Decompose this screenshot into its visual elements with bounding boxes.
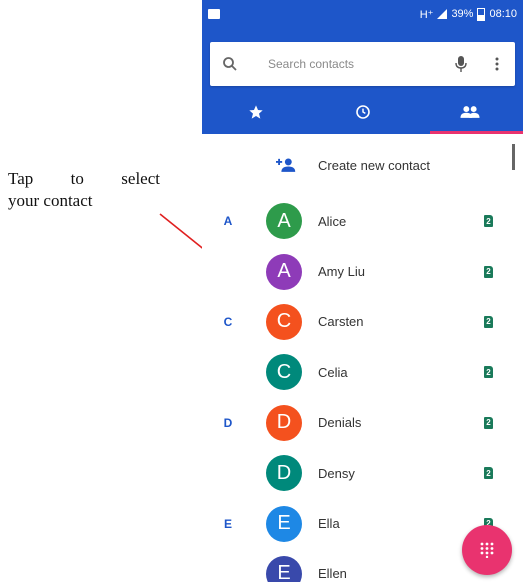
- tab-recents[interactable]: [309, 90, 416, 134]
- search-input[interactable]: [250, 56, 443, 72]
- section-letter: A: [223, 214, 233, 229]
- dialpad-icon: [480, 542, 494, 558]
- search-icon[interactable]: [210, 56, 250, 72]
- contact-row-denials[interactable]: D D Denials 2: [202, 398, 523, 448]
- tab-favorites[interactable]: [202, 90, 309, 134]
- app-header: [202, 28, 523, 134]
- tab-contacts[interactable]: [416, 90, 523, 134]
- create-contact-label: Create new contact: [318, 157, 431, 173]
- battery-icon: [477, 7, 486, 21]
- avatar: D: [266, 404, 302, 441]
- contact-name: Carsten: [318, 314, 364, 330]
- clock-icon: [355, 105, 370, 119]
- avatar: A: [266, 203, 302, 240]
- contact-row-densy[interactable]: D Densy 2: [202, 448, 523, 498]
- people-icon: [459, 106, 480, 118]
- sim-card-icon: 2: [484, 467, 493, 480]
- avatar: D: [266, 455, 302, 492]
- avatar: A: [266, 253, 302, 290]
- contact-row-celia[interactable]: C Celia 2: [202, 347, 523, 397]
- more-vert-icon[interactable]: [479, 57, 515, 71]
- contact-row-amy-liu[interactable]: A Amy Liu 2: [202, 246, 523, 296]
- annotation-word: to: [70, 169, 84, 188]
- contact-name: Alice: [318, 213, 347, 229]
- avatar: C: [266, 354, 302, 391]
- contact-row-carsten[interactable]: C C Carsten 2: [202, 297, 523, 347]
- contact-row-alice[interactable]: A A Alice 2: [202, 196, 523, 246]
- avatar: E: [266, 505, 302, 542]
- search-bar[interactable]: [210, 42, 515, 86]
- avatar: C: [266, 303, 302, 340]
- sim-card-icon: 2: [484, 315, 493, 328]
- sim-card-icon: 2: [484, 265, 493, 278]
- contact-name: Denials: [318, 415, 362, 431]
- contact-name: Amy Liu: [318, 264, 365, 280]
- tab-bar: [202, 90, 523, 134]
- avatar: E: [266, 555, 302, 582]
- section-letter: E: [223, 516, 232, 531]
- sim-card-icon: 2: [484, 416, 493, 429]
- dialpad-fab-button[interactable]: [462, 525, 512, 575]
- battery-percent: 39%: [451, 8, 474, 20]
- contact-name: Ella: [318, 516, 340, 532]
- annotation-line-2: your contact: [8, 191, 93, 210]
- sim-card-icon: 2: [484, 366, 493, 379]
- mic-icon[interactable]: [443, 55, 479, 73]
- sim-card-icon: 2: [484, 215, 493, 228]
- scrollbar[interactable]: [512, 144, 515, 170]
- signal-icon: [437, 9, 448, 19]
- status-bar: H⁺ 39% 08:10: [202, 0, 523, 28]
- contact-name: Densy: [318, 465, 355, 481]
- annotation-word: select: [121, 169, 160, 188]
- star-icon: [248, 105, 263, 119]
- annotation-text: Tap to select your contact: [8, 168, 160, 212]
- section-letter: D: [223, 415, 233, 430]
- clock-time: 08:10: [489, 8, 517, 20]
- contact-name: Celia: [318, 364, 348, 380]
- annotation-word: Tap: [8, 169, 34, 188]
- notification-icon: [208, 9, 220, 19]
- contact-name: Ellen: [318, 566, 347, 582]
- network-type: H⁺: [419, 8, 434, 21]
- phone-screen: H⁺ 39% 08:10 Search contacts Create new …: [202, 0, 523, 582]
- create-new-contact-button[interactable]: Create new contact: [202, 134, 523, 196]
- add-person-icon: [274, 157, 298, 173]
- section-letter: C: [223, 314, 233, 329]
- contact-list[interactable]: Create new contact A A Alice 2 A Amy Liu…: [202, 134, 523, 582]
- annotation-line-1: Tap to select: [8, 168, 160, 190]
- status-indicators: H⁺ 39% 08:10: [419, 7, 517, 21]
